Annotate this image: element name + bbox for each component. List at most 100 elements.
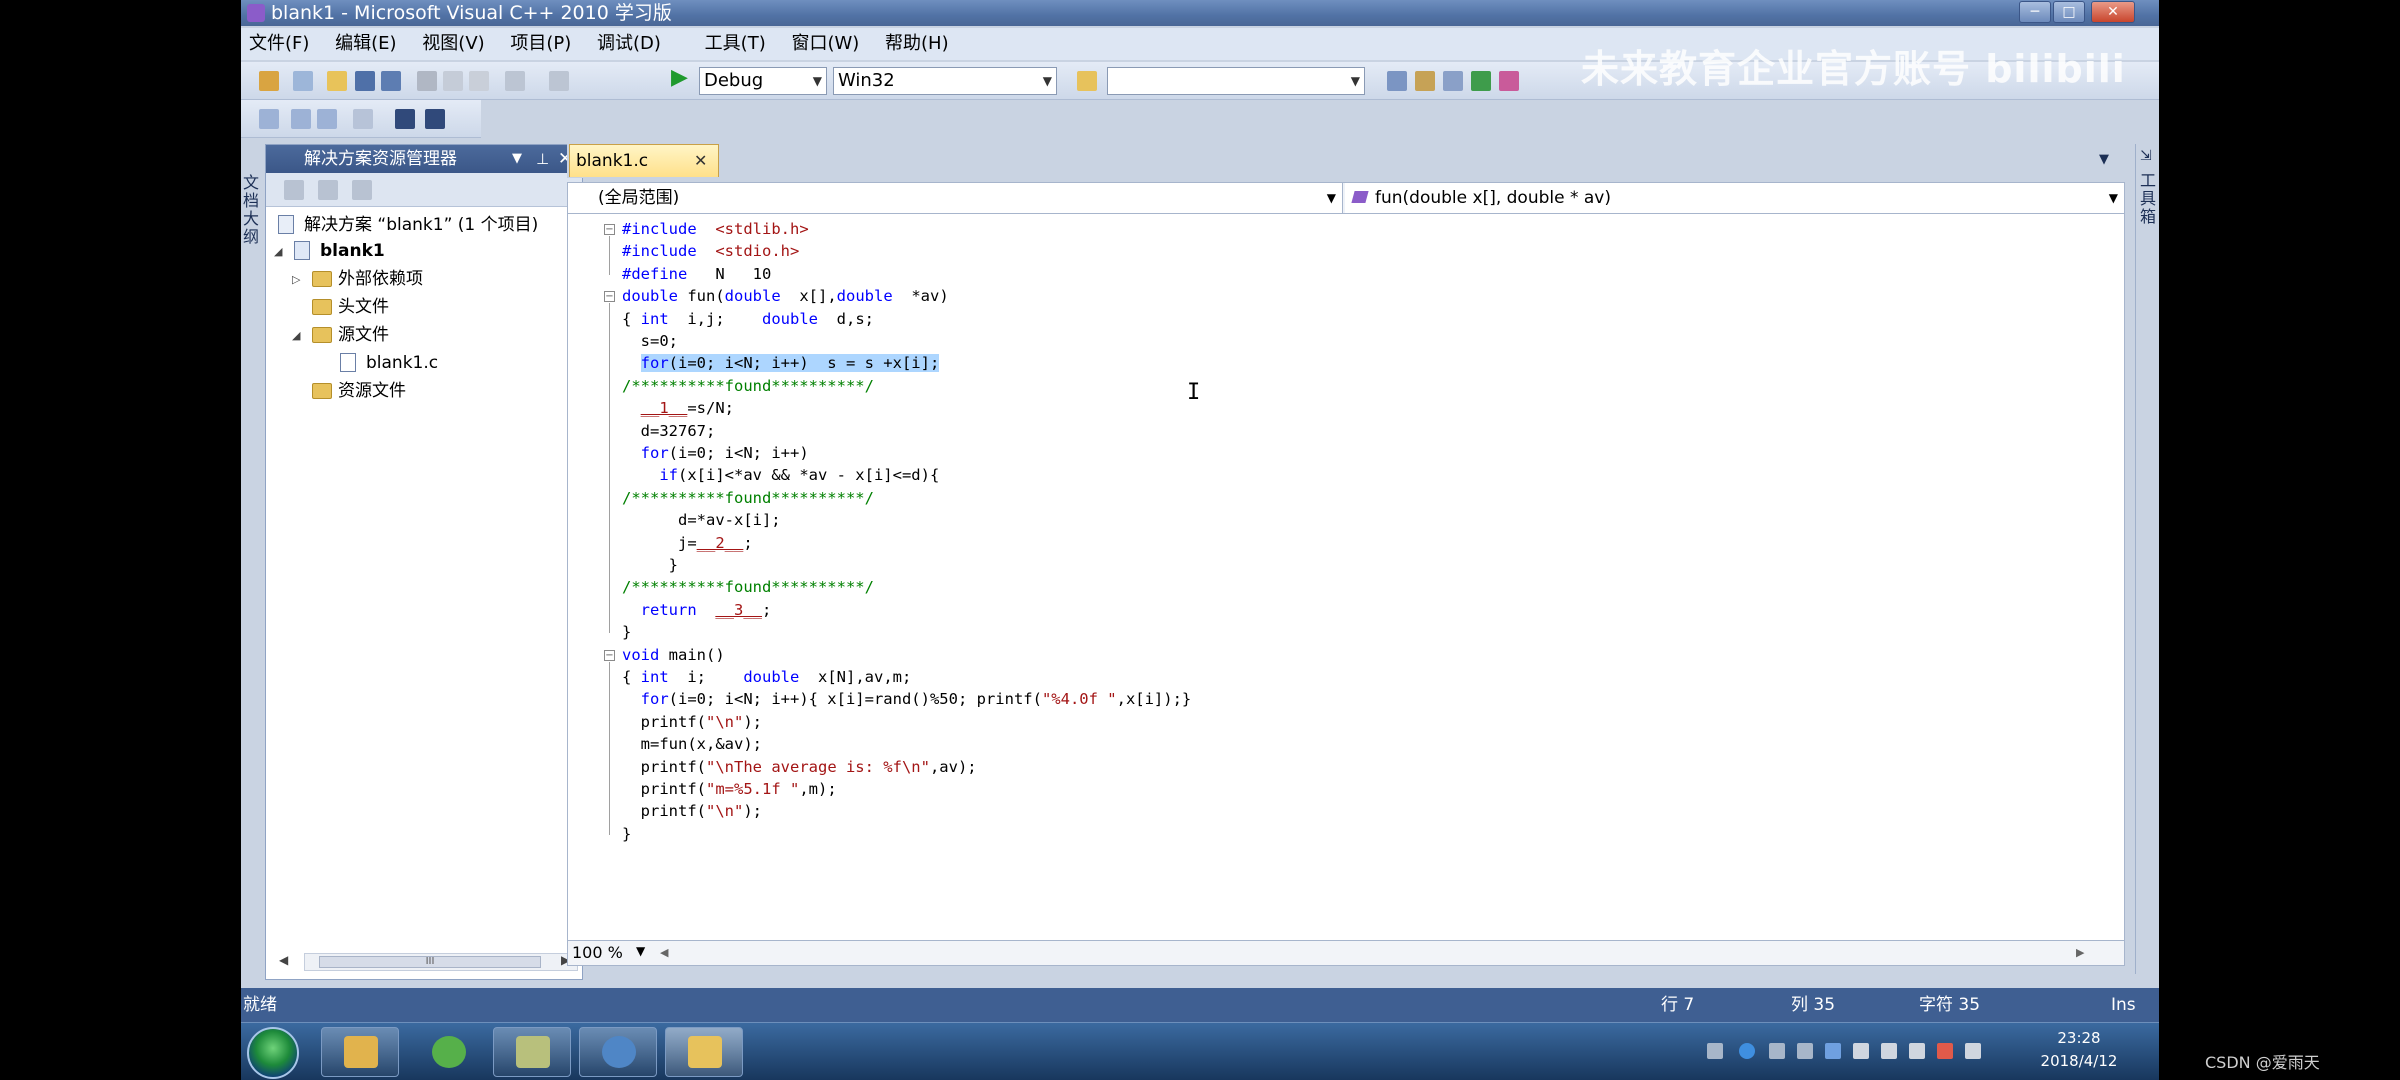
tree-external-deps[interactable]: 外部依赖项	[338, 267, 423, 291]
display-object-info-icon[interactable]	[259, 109, 279, 129]
minimize-button[interactable]: ─	[2019, 1, 2051, 23]
undo-icon[interactable]	[505, 71, 525, 91]
code-line[interactable]: d=32767;	[622, 420, 716, 442]
zoom-level[interactable]: 100 %	[572, 941, 623, 965]
code-line[interactable]: printf("\nThe average is: %f\n",av);	[622, 756, 977, 778]
dropdown-icon[interactable]: ▼	[512, 145, 522, 173]
collapse-icon[interactable]: ◢	[274, 245, 282, 258]
start-debugging-icon[interactable]: ▶	[671, 65, 688, 90]
solution-node[interactable]: 解决方案 “blank1” (1 个项目)	[304, 213, 538, 237]
comment-out-icon[interactable]	[395, 109, 415, 129]
cut-icon[interactable]	[417, 71, 437, 91]
code-line[interactable]: printf("\n");	[622, 711, 762, 733]
scope-dropdown-icon[interactable]: ▼	[1327, 183, 1336, 213]
scroll-left-icon[interactable]: ◀	[279, 953, 288, 967]
code-line[interactable]: }	[622, 621, 631, 643]
code-line[interactable]: #include <stdlib.h>	[622, 218, 809, 240]
menu-view[interactable]: 视图(V)	[412, 28, 494, 60]
fold-toggle-icon[interactable]: −	[604, 291, 615, 303]
code-line[interactable]: return __3__;	[622, 599, 772, 621]
tray-icon[interactable]	[1909, 1043, 1925, 1059]
code-line[interactable]: { int i,j; double d,s;	[622, 308, 874, 330]
taskbar-clock[interactable]: 23:28 2018/4/12	[2029, 1027, 2129, 1073]
code-line[interactable]: if(x[i]<*av && *av - x[i]<=d){	[622, 464, 939, 486]
code-line[interactable]: printf("\n");	[622, 800, 762, 822]
network-alert-icon[interactable]	[1937, 1043, 1953, 1059]
find-combo[interactable]: ▼	[1107, 67, 1365, 95]
menu-tools[interactable]: 工具(T)	[677, 28, 776, 60]
toolbox-rail-label[interactable]: 工具箱	[2138, 172, 2158, 226]
code-line[interactable]: #define N 10	[622, 263, 771, 285]
properties-icon[interactable]	[1415, 71, 1435, 91]
config-select[interactable]: Debug ▼	[699, 67, 827, 95]
signal-icon[interactable]	[1965, 1043, 1981, 1059]
code-line[interactable]: __1__=s/N;	[622, 397, 734, 419]
fold-toggle-icon[interactable]: −	[604, 649, 615, 661]
tree-source-files[interactable]: 源文件	[338, 323, 389, 347]
code-line[interactable]: /**********found**********/	[622, 576, 874, 598]
maximize-button[interactable]: □	[2053, 1, 2085, 23]
help-icon[interactable]	[1739, 1043, 1755, 1059]
document-outline-rail-label[interactable]: 文档大纲	[241, 174, 261, 246]
taskbar-app-4[interactable]	[579, 1027, 657, 1077]
add-item-icon[interactable]	[293, 71, 313, 91]
tray-icon[interactable]	[1825, 1043, 1841, 1059]
code-line[interactable]: d=*av-x[i];	[622, 509, 781, 531]
open-file-icon[interactable]	[327, 71, 347, 91]
code-line[interactable]: }	[622, 554, 678, 576]
scope-select[interactable]: (全局范围) ▼	[568, 183, 1343, 213]
code-line[interactable]: printf("m=%5.1f ",m);	[622, 778, 837, 800]
start-button[interactable]	[247, 1027, 299, 1079]
scroll-thumb[interactable]: III	[319, 956, 541, 968]
toolbox-icon[interactable]	[1443, 71, 1463, 91]
code-line[interactable]: m=fun(x,&av);	[622, 733, 762, 755]
scroll-left-icon[interactable]: ◀	[660, 946, 668, 959]
fold-toggle-icon[interactable]: −	[604, 224, 615, 235]
new-project-icon[interactable]	[259, 71, 279, 91]
code-line[interactable]: /**********found**********/	[622, 487, 874, 509]
code-line[interactable]: for(i=0; i<N; i++)	[622, 442, 809, 464]
expand-icon[interactable]: ▷	[292, 273, 300, 286]
tab-list-dropdown-icon[interactable]: ▼	[2099, 152, 2109, 167]
menu-help[interactable]: 帮助(H)	[875, 28, 959, 60]
code-line[interactable]: double fun(double x[],double *av)	[622, 285, 949, 307]
redo-icon[interactable]	[549, 71, 569, 91]
tab-blank1-c[interactable]: blank1.c ✕	[569, 144, 719, 177]
solution-horizontal-scrollbar[interactable]: ◀ III ▶	[279, 953, 578, 971]
function-select[interactable]: fun(double x[], double * av) ▼	[1345, 183, 2124, 213]
tree-resource-files[interactable]: 资源文件	[338, 379, 406, 403]
extension-icon[interactable]	[1499, 71, 1519, 91]
tree-header-files[interactable]: 头文件	[338, 295, 389, 319]
code-line[interactable]: j=__2__;	[622, 532, 753, 554]
zoom-dropdown-icon[interactable]: ▼	[636, 944, 645, 958]
code-line[interactable]: }	[622, 823, 631, 845]
taskbar-app-3[interactable]	[493, 1027, 571, 1077]
uncomment-icon[interactable]	[425, 109, 445, 129]
save-all-icon[interactable]	[381, 71, 401, 91]
menu-debug[interactable]: 调试(D)	[587, 28, 671, 60]
quick-info-icon[interactable]	[317, 109, 337, 129]
tray-icon[interactable]	[1769, 1043, 1785, 1059]
find-in-files-icon[interactable]	[1077, 71, 1097, 91]
code-line[interactable]: for(i=0; i<N; i++) s = s +x[i];	[622, 352, 940, 374]
code-line[interactable]: void main()	[622, 644, 725, 666]
close-button[interactable]: ✕	[2091, 1, 2135, 23]
solution-explorer-icon[interactable]	[1387, 71, 1407, 91]
show-all-files-icon[interactable]	[318, 180, 338, 200]
tray-icon[interactable]	[1881, 1043, 1897, 1059]
paste-icon[interactable]	[469, 71, 489, 91]
platform-select[interactable]: Win32 ▼	[833, 67, 1057, 95]
copy-icon[interactable]	[443, 71, 463, 91]
code-line[interactable]: /**********found**********/	[622, 375, 874, 397]
tree-blank1-c[interactable]: blank1.c	[366, 351, 438, 375]
taskbar-visual-studio[interactable]	[665, 1027, 743, 1077]
parameter-info-icon[interactable]	[291, 109, 311, 129]
scroll-right-icon[interactable]: ▶	[2076, 946, 2084, 959]
menu-project[interactable]: 项目(P)	[500, 28, 581, 60]
code-line[interactable]: s=0;	[622, 330, 678, 352]
tray-icon[interactable]	[1797, 1043, 1813, 1059]
code-line[interactable]: { int i; double x[N],av,m;	[622, 666, 911, 688]
code-line[interactable]: #include <stdio.h>	[622, 240, 799, 262]
start-page-icon[interactable]	[1471, 71, 1491, 91]
toolbox-pin-icon[interactable]: ⇲	[2140, 148, 2152, 164]
